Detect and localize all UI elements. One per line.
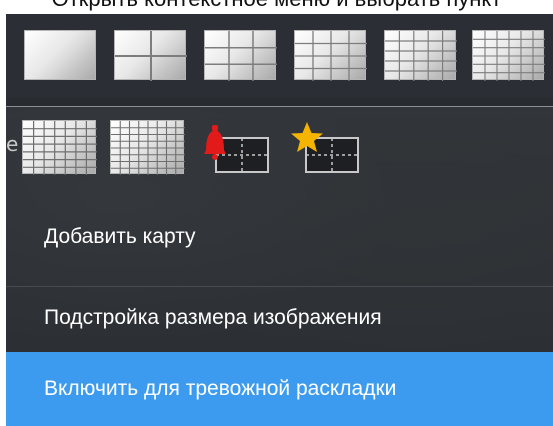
layout-1x1-icon[interactable] bbox=[24, 30, 96, 80]
context-menu: e Добавить карту Подстройка размера изоб… bbox=[6, 14, 553, 426]
layout-2x2-icon[interactable] bbox=[114, 30, 187, 81]
layout-7x7-icon[interactable] bbox=[22, 120, 97, 175]
layout-5x5-icon[interactable] bbox=[384, 30, 457, 81]
favorite-layout-icon[interactable] bbox=[290, 118, 364, 174]
toolbar-divider bbox=[6, 106, 553, 107]
instruction-caption: Открыть контекстное меню и выбрать пункт bbox=[0, 0, 553, 14]
edge-label: e bbox=[6, 132, 19, 156]
menu-item-enable-alarm-layout[interactable]: Включить для тревожной раскладки bbox=[6, 352, 553, 426]
alarm-layout-icon[interactable] bbox=[200, 118, 274, 174]
layout-3x3-icon[interactable] bbox=[204, 30, 277, 81]
layout-4x4-icon[interactable] bbox=[294, 30, 367, 81]
menu-item-image-size-adjust[interactable]: Подстройка размера изображения bbox=[6, 286, 553, 349]
layout-6x6-icon[interactable] bbox=[472, 30, 545, 81]
menu-item-add-map[interactable]: Добавить карту bbox=[6, 206, 553, 268]
layout-8x8-icon[interactable] bbox=[110, 120, 185, 175]
video-panel: e Добавить карту Подстройка размера изоб… bbox=[6, 14, 553, 426]
